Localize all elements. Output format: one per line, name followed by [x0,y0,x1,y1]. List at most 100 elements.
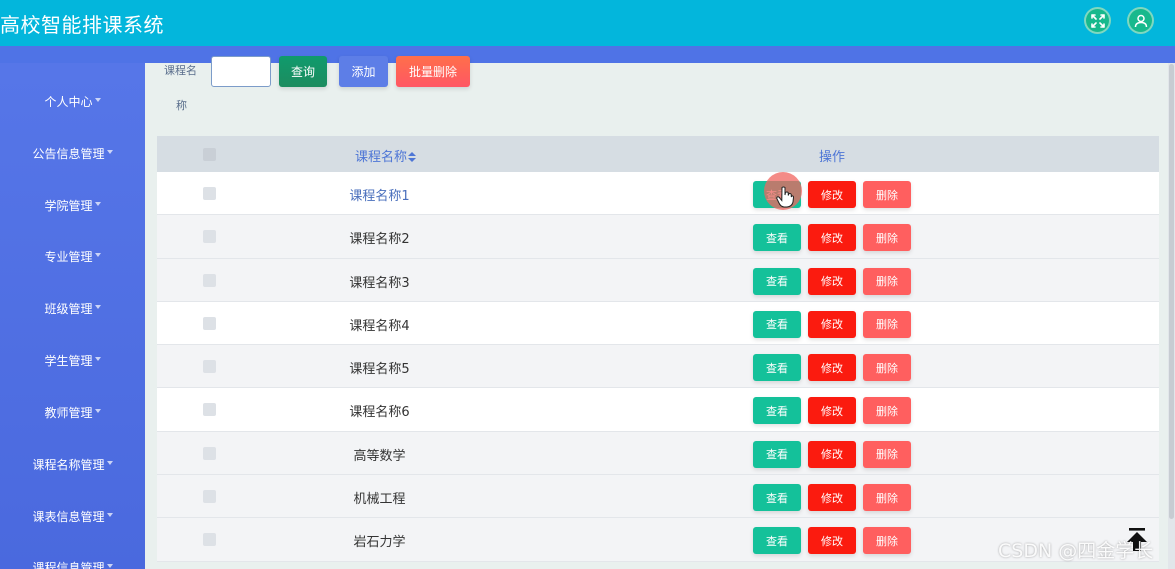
select-all-checkbox[interactable] [203,148,216,161]
sidebar-item-label: 课程名称管理 [32,457,105,472]
sidebar-item-label: 个人中心 [44,94,93,109]
row-checkbox[interactable] [203,490,216,504]
sidebar-item-timetables[interactable]: 课表信息管理 [0,496,145,536]
chevron-down-icon [94,305,101,309]
edit-button[interactable]: 修改 [808,224,856,252]
sidebar-item-students[interactable]: 学生管理 [0,340,145,380]
table-row: 课程名称1 查看 修改 删除 [157,172,1159,216]
course-name-search-input[interactable] [211,56,271,87]
chevron-down-icon [94,202,101,206]
top-header: 高校智能排课系统 [0,0,1175,46]
delete-button[interactable]: 删除 [863,440,911,468]
chevron-down-icon [94,409,101,413]
chevron-down-icon [106,513,113,517]
edit-button[interactable]: 修改 [808,397,856,425]
chevron-down-icon [106,150,113,154]
row-checkbox[interactable] [203,403,216,417]
edit-button[interactable]: 修改 [808,354,856,382]
header-strip [0,46,1175,63]
sidebar-item-course-info[interactable]: 课程信息管理 [0,547,145,569]
table-row: 课程名称2 查看 修改 删除 [157,215,1159,259]
row-checkbox[interactable] [203,230,216,244]
sidebar: 个人中心 公告信息管理 学院管理 专业管理 班级管理 学生管理 教师管理 课程名… [0,63,145,569]
expand-icon [1090,13,1105,28]
column-header-operations: 操作 [819,150,846,165]
delete-button[interactable]: 删除 [863,527,911,555]
query-button[interactable]: 查询 [279,56,327,87]
chevron-down-icon [106,461,113,465]
sidebar-item-announcements[interactable]: 公告信息管理 [0,133,145,173]
edit-button[interactable]: 修改 [808,310,856,338]
row-checkbox[interactable] [203,273,216,287]
search-label-wrap: 称 [176,99,187,112]
sidebar-item-course-names[interactable]: 课程名称管理 [0,444,145,484]
table-row: 课程名称4 查看 修改 删除 [157,301,1159,346]
add-button[interactable]: 添加 [339,56,388,87]
user-button[interactable] [1127,7,1154,34]
delete-button[interactable]: 删除 [863,310,911,338]
batch-delete-button[interactable]: 批量删除 [396,56,470,87]
sidebar-item-label: 专业管理 [44,249,93,264]
course-name-cell: 课程名称3 [349,275,410,291]
view-button[interactable]: 查看 [753,310,801,338]
chevron-down-icon [94,253,101,257]
edit-button[interactable]: 修改 [808,527,856,555]
table-row: 机械工程 查看 修改 删除 [157,475,1159,519]
course-name-cell: 课程名称6 [349,405,410,421]
course-name-cell: 课程名称2 [349,232,410,248]
edit-button[interactable]: 修改 [808,440,856,468]
view-button[interactable]: 查看 [753,181,801,208]
delete-button[interactable]: 删除 [863,484,911,512]
sidebar-item-label: 教师管理 [44,405,93,420]
course-name-cell: 岩石力学 [353,535,406,551]
view-button[interactable]: 查看 [753,224,801,252]
row-checkbox[interactable] [203,533,216,547]
table-row: 课程名称5 查看 修改 删除 [157,345,1159,389]
view-button[interactable]: 查看 [753,484,801,512]
edit-button[interactable]: 修改 [808,484,856,512]
chevron-down-icon [106,564,113,568]
search-label: 课程名 [164,64,197,77]
view-button[interactable]: 查看 [753,440,801,468]
sidebar-item-personal-center[interactable]: 个人中心 [0,81,145,121]
sidebar-item-colleges[interactable]: 学院管理 [0,185,145,225]
row-checkbox[interactable] [203,187,216,200]
sidebar-item-label: 课程信息管理 [32,560,105,569]
table-row: 课程名称3 查看 修改 删除 [157,258,1159,302]
view-button[interactable]: 查看 [753,267,801,295]
row-checkbox[interactable] [203,446,216,460]
app-title: 高校智能排课系统 [0,13,164,37]
course-name-cell: 高等数学 [353,448,406,464]
scrollbar-thumb[interactable] [1169,64,1174,519]
table-header: 课程名称 操作 [157,136,1159,172]
column-header-label: 课程名称 [355,150,408,165]
sidebar-item-label: 课表信息管理 [32,509,105,524]
view-button[interactable]: 查看 [753,527,801,555]
watermark: CSDN @四金学长 [998,540,1154,562]
sort-icon[interactable] [408,152,417,162]
sidebar-item-teachers[interactable]: 教师管理 [0,392,145,432]
chevron-down-icon [94,98,101,102]
row-checkbox[interactable] [203,316,216,330]
delete-button[interactable]: 删除 [863,181,911,208]
fullscreen-button[interactable] [1084,7,1111,34]
sidebar-item-label: 学生管理 [44,353,93,368]
table-row: 高等数学 查看 修改 删除 [157,431,1159,476]
sidebar-item-majors[interactable]: 专业管理 [0,236,145,276]
edit-button[interactable]: 修改 [808,267,856,295]
course-table: 课程名称 操作 课程名称1 查看 修改 删除 课程名称2 查看 修改 删除 课程… [157,136,1159,562]
column-header-course-name[interactable]: 课程名称 [355,146,417,165]
user-icon [1134,14,1147,27]
delete-button[interactable]: 删除 [863,267,911,295]
row-checkbox[interactable] [203,360,216,374]
sidebar-item-label: 公告信息管理 [32,146,105,161]
edit-button[interactable]: 修改 [808,181,856,208]
view-button[interactable]: 查看 [753,354,801,382]
chevron-down-icon [94,357,101,361]
view-button[interactable]: 查看 [753,397,801,425]
table-row: 课程名称6 查看 修改 删除 [157,388,1159,432]
sidebar-item-classes[interactable]: 班级管理 [0,288,145,328]
delete-button[interactable]: 删除 [863,397,911,425]
delete-button[interactable]: 删除 [863,224,911,252]
delete-button[interactable]: 删除 [863,354,911,382]
